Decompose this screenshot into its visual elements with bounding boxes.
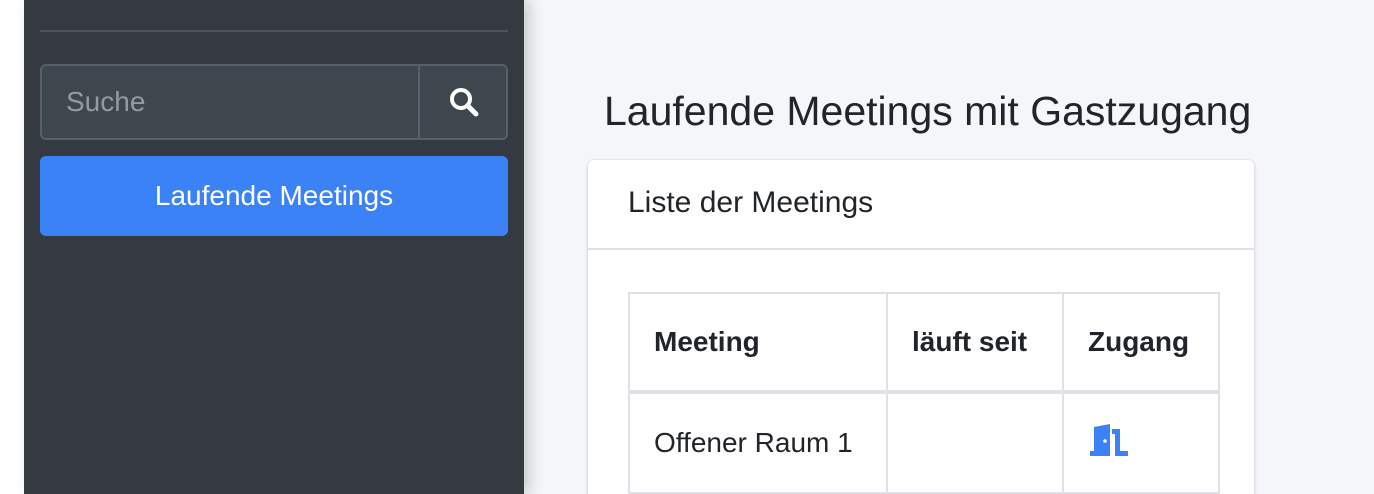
meeting-name-cell: Offener Raum 1 <box>628 391 888 494</box>
card-header: Liste der Meetings <box>588 160 1254 250</box>
column-header-meeting: Meeting <box>628 292 888 394</box>
search-group <box>40 64 508 140</box>
table-row: Offener Raum 1 <box>628 391 1220 494</box>
meetings-card: Liste der Meetings Meeting läuft seit Zu… <box>588 160 1254 494</box>
column-header-access: Zugang <box>1062 292 1220 394</box>
column-header-since: läuft seit <box>886 292 1064 394</box>
sidebar: Laufende Meetings <box>24 0 524 494</box>
search-button[interactable] <box>418 66 506 138</box>
door-open-icon <box>1090 423 1128 456</box>
join-meeting-link[interactable] <box>1088 423 1130 464</box>
left-margin <box>0 0 24 494</box>
table-header-row: Meeting läuft seit Zugang <box>628 292 1220 394</box>
running-since-cell <box>886 391 1064 494</box>
sidebar-item-laufende-meetings[interactable]: Laufende Meetings <box>40 156 508 236</box>
sidebar-item-label: Laufende Meetings <box>154 180 394 211</box>
meetings-table: Meeting läuft seit Zugang Offener Raum 1 <box>628 292 1220 494</box>
page: Laufende Meetings Laufende Meetings mit … <box>0 0 1374 494</box>
card-title: Liste der Meetings <box>628 186 874 219</box>
access-cell <box>1062 391 1220 494</box>
sidebar-divider <box>40 30 508 32</box>
search-icon <box>450 88 479 117</box>
page-title: Laufende Meetings mit Gastzugang <box>604 88 1252 134</box>
search-input[interactable] <box>42 66 418 138</box>
